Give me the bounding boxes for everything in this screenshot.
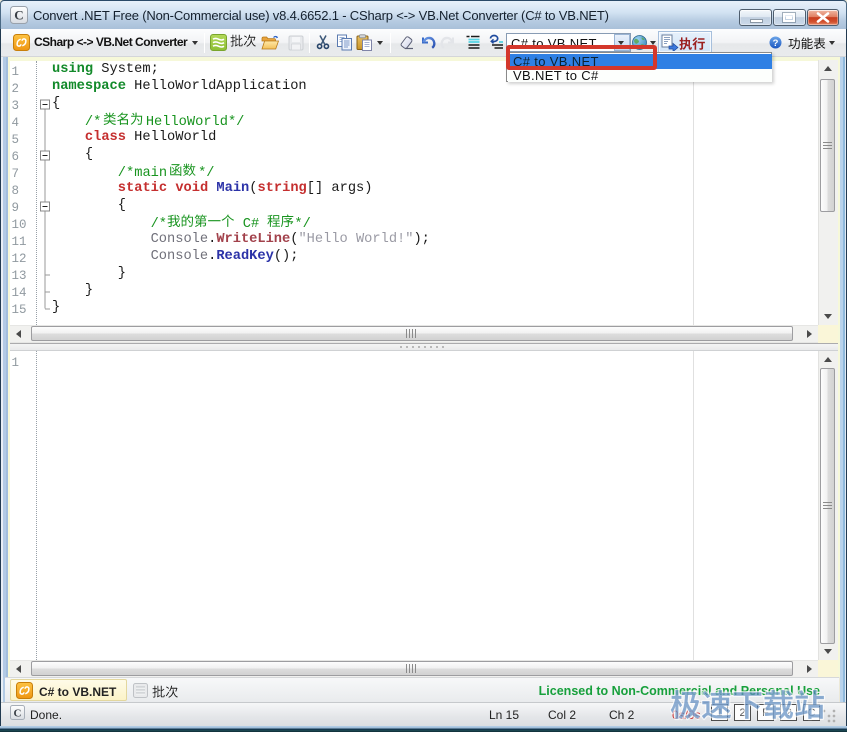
svg-text:C: C (14, 8, 23, 23)
svg-text:?: ? (773, 38, 779, 49)
svg-text:C: C (14, 708, 22, 720)
